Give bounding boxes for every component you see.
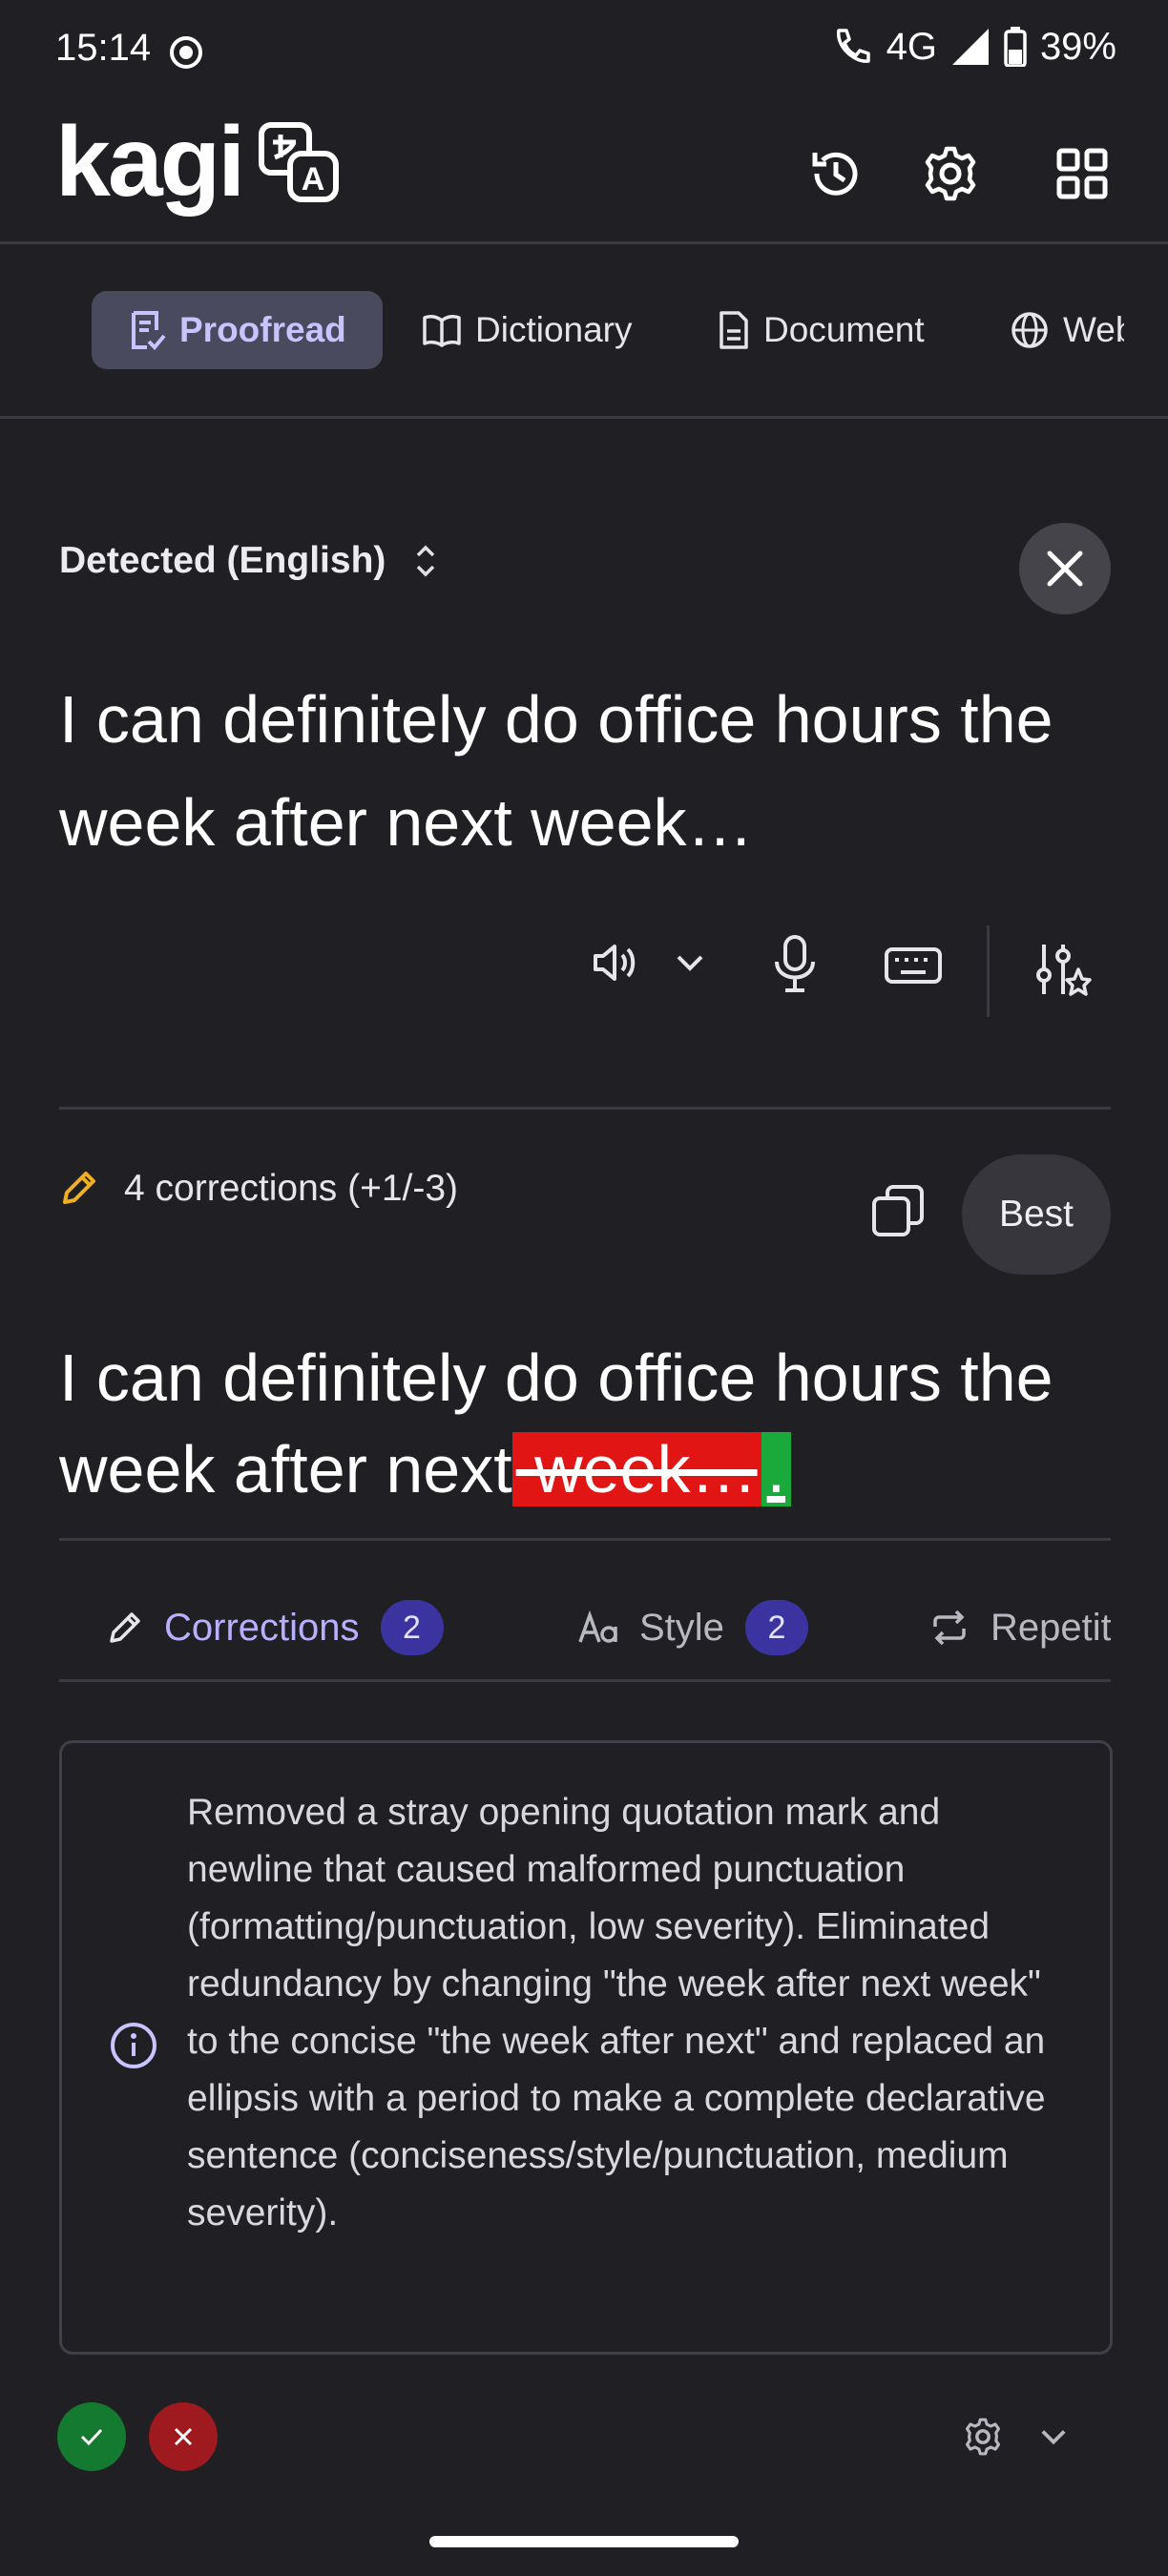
repeat-icon: [929, 1610, 970, 1646]
network-label: 4G: [886, 25, 937, 68]
tab-label: Document: [763, 310, 925, 349]
reject-button[interactable]: [149, 2402, 218, 2471]
globe-icon: [1010, 310, 1050, 350]
battery-percent: 39%: [1039, 25, 1116, 68]
tab-label: Repetitions: [991, 1606, 1111, 1649]
tab-label: Corrections: [164, 1606, 360, 1649]
microphone-icon[interactable]: [769, 933, 821, 994]
check-icon: [77, 2422, 106, 2451]
tab-corrections[interactable]: Corrections 2: [107, 1593, 444, 1662]
tab-dictionary[interactable]: Dictionary: [422, 291, 633, 369]
count-badge: 2: [744, 1600, 808, 1655]
corrected-output[interactable]: I can definitely do office hours the wee…: [59, 1332, 1128, 1515]
recording-icon: [168, 34, 204, 71]
tabs-divider: [0, 416, 1168, 419]
close-icon: [1046, 550, 1084, 588]
tab-label: Style: [639, 1606, 724, 1649]
copy-icon[interactable]: [870, 1183, 926, 1238]
settings-icon[interactable]: [920, 143, 981, 204]
document-icon: [718, 310, 750, 350]
logo-text: kagi: [55, 107, 245, 218]
header-divider: [0, 241, 1168, 244]
book-icon: [422, 313, 462, 347]
input-text[interactable]: I can definitely do office hours the wee…: [59, 668, 1118, 874]
pencil-icon: [59, 1170, 97, 1208]
status-time: 15:14: [55, 27, 152, 69]
deleted-text[interactable]: week…: [511, 1432, 761, 1506]
chevron-down-icon[interactable]: [1038, 2423, 1069, 2450]
signal-icon: [950, 27, 991, 67]
count-badge: 2: [380, 1600, 444, 1655]
tab-proofread[interactable]: Proofread: [92, 291, 383, 369]
battery-icon: [1004, 27, 1027, 67]
close-icon: [171, 2424, 196, 2449]
apps-grid-icon[interactable]: [1052, 143, 1113, 204]
tab-document[interactable]: Document: [718, 291, 925, 369]
section-divider: [59, 1107, 1111, 1110]
tab-web[interactable]: Web: [1010, 291, 1124, 369]
tab-label: Proofread: [179, 310, 346, 349]
call-icon: [829, 25, 873, 69]
accept-button[interactable]: [57, 2402, 126, 2471]
corrections-summary: 4 corrections (+1/-3): [59, 1168, 458, 1210]
info-icon: [109, 2021, 158, 2070]
chevron-down-icon[interactable]: [674, 948, 706, 977]
kagi-logo[interactable]: kagi A: [55, 113, 342, 212]
pencil-icon: [107, 1610, 143, 1646]
keyboard-icon[interactable]: [884, 946, 943, 985]
settings-icon[interactable]: [962, 2416, 1004, 2458]
explanation-text: Removed a stray opening quotation mark a…: [187, 1792, 1046, 2233]
best-button[interactable]: Best: [962, 1154, 1111, 1275]
output-divider: [59, 1538, 1111, 1541]
clear-input-button[interactable]: [1019, 523, 1111, 614]
subtabs-divider: [59, 1679, 1111, 1682]
language-label: Detected (English): [59, 540, 386, 581]
tab-style[interactable]: Style 2: [576, 1593, 808, 1662]
inserted-text[interactable]: .: [761, 1432, 792, 1506]
proofread-icon: [130, 309, 166, 351]
svg-text:A: A: [302, 161, 325, 197]
history-icon[interactable]: [805, 143, 866, 204]
translate-logo-icon: A: [256, 119, 342, 205]
language-selector[interactable]: Detected (English): [59, 540, 439, 582]
text-style-icon: [576, 1610, 618, 1646]
status-right: 4G 39%: [829, 25, 1116, 69]
corrections-count: 4 corrections (+1/-3): [124, 1168, 459, 1209]
tab-repetitions[interactable]: Repetitions: [929, 1593, 1111, 1662]
tab-label: Web: [1063, 310, 1124, 349]
tune-star-icon[interactable]: [1034, 941, 1092, 998]
speaker-icon[interactable]: [590, 937, 641, 988]
toolbar-separator: [987, 925, 990, 1017]
unfold-icon: [412, 540, 439, 582]
home-indicator[interactable]: [429, 2536, 739, 2547]
tab-label: Dictionary: [475, 310, 633, 349]
